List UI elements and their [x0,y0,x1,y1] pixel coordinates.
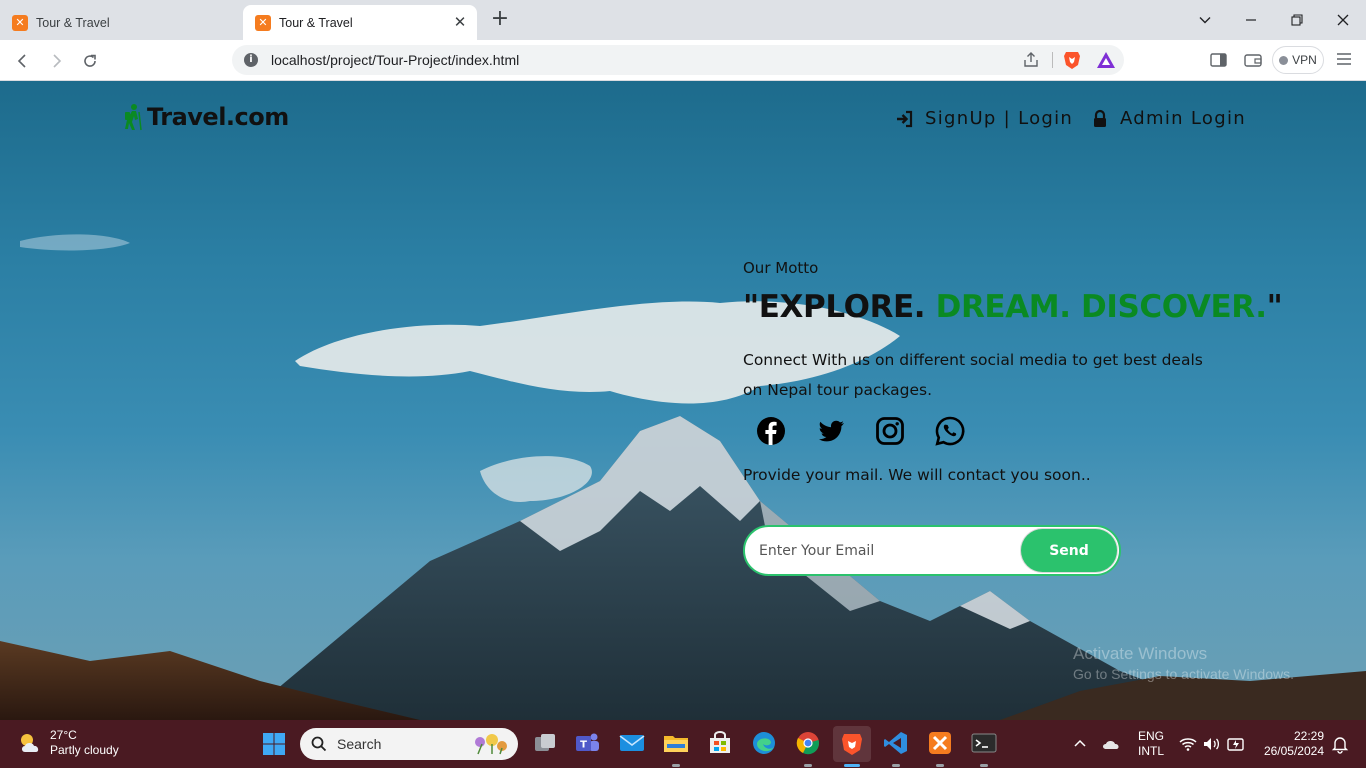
signup-login-link[interactable]: SignUp | Login [895,108,1073,129]
close-window-icon[interactable] [1331,8,1355,32]
admin-login-label: Admin Login [1120,108,1246,129]
taskbar-search-box[interactable]: Search [300,728,518,760]
wallet-icon[interactable] [1243,50,1263,70]
terminal-icon[interactable] [971,730,997,756]
address-bar[interactable]: i localhost/project/Tour-Project/index.h… [232,45,1124,75]
headline-word-discover: DISCOVER. [1081,289,1267,325]
close-tab-icon[interactable]: ✕ [451,13,469,31]
search-icon [311,736,327,752]
vpn-button[interactable]: VPN [1272,46,1324,74]
hero-page: Travel.com SignUp | Login Admin Login Ou… [0,81,1366,720]
whatsapp-icon[interactable] [934,415,966,447]
new-tab-button[interactable]: + [488,8,512,32]
headline-word-explore: EXPLORE. [758,289,926,325]
system-clock[interactable]: 22:29 26/05/2024 [1258,729,1324,759]
windows-taskbar: 27°C Partly cloudy Search T ENG INTL 22:… [0,720,1366,768]
windows-start-icon[interactable] [262,732,286,756]
tab-title: Tour & Travel [36,15,110,30]
active-app-indicator [844,764,860,767]
brave-shields-icon[interactable] [1063,50,1081,70]
battery-charging-icon[interactable] [1226,734,1246,754]
tab-title: Tour & Travel [279,15,353,30]
vpn-label: VPN [1292,53,1317,67]
divider [1052,52,1053,68]
hero-description: Connect With us on different social medi… [743,351,1203,399]
share-icon[interactable] [1022,51,1040,69]
language-indicator[interactable]: ENG INTL [1138,729,1164,759]
weather-temp: 27°C [50,728,77,742]
instagram-icon[interactable] [874,415,906,447]
sidebar-toggle-icon[interactable] [1209,50,1229,70]
activate-windows-watermark: Activate Windows Go to Settings to activ… [1073,644,1294,682]
chrome-icon[interactable] [795,730,821,756]
running-indicator [980,764,988,767]
search-highlight-flowers-icon [475,734,507,755]
email-subscribe-form: Send [743,525,1121,576]
browser-tab-strip: ✕ Tour & Travel ✕ Tour & Travel ✕ + [0,0,1366,40]
xampp-icon[interactable] [927,730,953,756]
running-indicator [892,764,900,767]
keyboard-layout: INTL [1138,744,1165,758]
watermark-line-2: Go to Settings to activate Windows. [1073,666,1294,682]
vscode-icon[interactable] [883,730,909,756]
url-text[interactable]: localhost/project/Tour-Project/index.htm… [271,52,519,68]
tab-tour-travel-1[interactable]: ✕ Tour & Travel [0,5,240,40]
headline-word-dream: DREAM. [935,289,1071,325]
quote-close: " [1266,289,1283,325]
hero-headline: "EXPLORE. DREAM. DISCOVER." [743,289,1283,325]
running-indicator [936,764,944,767]
onedrive-cloud-icon[interactable] [1101,734,1121,754]
xampp-favicon-icon: ✕ [255,14,271,31]
watermark-line-1: Activate Windows [1073,644,1208,663]
lang-code: ENG [1138,729,1165,743]
search-label: Search [337,736,382,752]
browser-toolbar: i localhost/project/Tour-Project/index.h… [0,40,1366,81]
weather-desc: Partly cloudy [50,743,119,757]
restore-icon[interactable] [1285,8,1309,32]
tab-tour-travel-2[interactable]: ✕ Tour & Travel ✕ [243,5,477,40]
site-info-icon[interactable]: i [244,53,258,67]
email-input[interactable] [759,539,1009,563]
site-logo[interactable]: Travel.com [122,103,289,131]
file-explorer-icon[interactable] [663,730,689,756]
signup-login-label: SignUp | Login [925,108,1074,129]
back-arrow-icon[interactable] [10,48,36,74]
quote-open: " [743,289,759,325]
twitter-icon[interactable] [815,415,847,447]
reload-icon[interactable] [77,48,103,74]
lock-icon [1094,109,1106,127]
logo-text: Travel.com [147,103,289,131]
hiker-icon [125,104,142,131]
microsoft-store-icon[interactable] [707,730,733,756]
edge-icon[interactable] [751,730,777,756]
vpn-status-dot-icon [1279,55,1289,65]
weather-widget[interactable]: 27°C Partly cloudy [16,728,119,758]
notification-bell-icon[interactable] [1330,734,1350,754]
send-button[interactable]: Send [1021,529,1117,572]
facebook-icon[interactable] [755,415,787,447]
motto-label: Our Motto [743,259,819,277]
running-indicator [672,764,680,767]
sign-in-icon [897,110,913,127]
svg-text:T: T [580,740,587,751]
running-indicator [804,764,812,767]
forward-arrow-icon[interactable] [43,48,69,74]
task-view-icon[interactable] [532,730,558,756]
chevron-up-icon[interactable] [1070,734,1090,754]
clock-time: 22:29 [1293,729,1324,743]
clock-date: 26/05/2024 [1263,744,1324,758]
teams-icon[interactable]: T [575,730,601,756]
partly-cloudy-icon [21,734,39,752]
brave-rewards-icon[interactable] [1096,51,1116,69]
volume-icon[interactable] [1202,734,1222,754]
minimize-icon[interactable] [1239,8,1263,32]
wifi-icon[interactable] [1178,734,1198,754]
xampp-favicon-icon: ✕ [12,14,28,31]
contact-prompt: Provide your mail. We will contact you s… [743,466,1091,484]
hamburger-menu-icon[interactable] [1336,52,1352,66]
brave-browser-icon[interactable] [833,726,871,762]
admin-login-link[interactable]: Admin Login [1090,108,1246,129]
tab-search-chevron-icon[interactable] [1193,8,1217,32]
mail-icon[interactable] [619,730,645,756]
